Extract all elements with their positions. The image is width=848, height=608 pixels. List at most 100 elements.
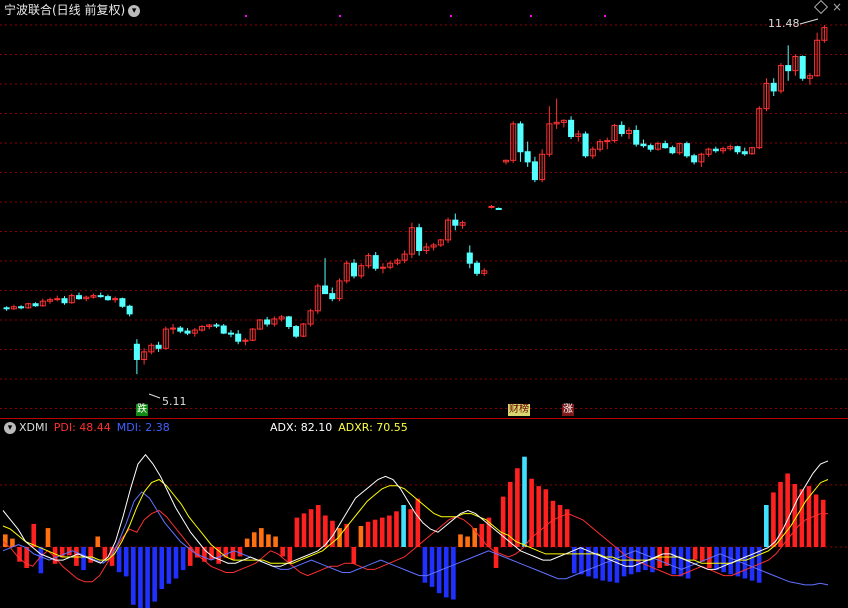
dmi-bar bbox=[166, 547, 172, 584]
dmi-bar bbox=[714, 547, 719, 571]
dmi-bar bbox=[45, 528, 51, 547]
dmi-bar bbox=[685, 547, 691, 579]
dmi-bar bbox=[301, 513, 307, 547]
dmi-bar bbox=[593, 547, 598, 579]
dmi-bar bbox=[152, 547, 157, 602]
dmi-bar bbox=[614, 547, 620, 583]
candle-body bbox=[75, 295, 83, 300]
dmi-bar bbox=[131, 547, 136, 605]
candle-body bbox=[647, 145, 654, 150]
dmi-bar bbox=[379, 517, 385, 547]
dmi-bar bbox=[671, 547, 677, 575]
candle-body bbox=[633, 129, 640, 145]
dmi-bar bbox=[251, 532, 257, 547]
candle-body bbox=[582, 133, 589, 157]
badge-zhang[interactable]: 涨 bbox=[562, 404, 574, 416]
event-marker bbox=[245, 15, 247, 17]
candle-body bbox=[568, 119, 575, 138]
dmi-bar bbox=[209, 547, 214, 560]
candle-body bbox=[126, 305, 133, 315]
dmi-bar bbox=[451, 547, 456, 600]
dmi-bar bbox=[173, 547, 179, 579]
candle-body bbox=[683, 143, 690, 157]
dmi-bar bbox=[408, 509, 414, 547]
candle-body bbox=[640, 143, 647, 147]
chart-title: 宁波联合(日线 前复权) ▾ bbox=[4, 1, 141, 18]
candle-body bbox=[416, 227, 423, 252]
dmi-bar bbox=[522, 456, 527, 547]
badge-bang[interactable]: 财榜 bbox=[508, 404, 530, 416]
candle-body bbox=[531, 161, 538, 181]
dmi-bar bbox=[813, 494, 819, 547]
dmi-bar bbox=[621, 547, 627, 577]
dmi-bar bbox=[799, 489, 805, 547]
dmi-bar bbox=[10, 538, 15, 547]
dmi-bar bbox=[95, 536, 101, 547]
candle-body bbox=[97, 295, 104, 298]
candle-body bbox=[264, 319, 271, 325]
dmi-indicator-chart[interactable] bbox=[0, 419, 848, 608]
dmi-bar bbox=[372, 519, 378, 547]
candle-body bbox=[235, 333, 242, 342]
kline-chart[interactable] bbox=[0, 0, 848, 418]
candle-body bbox=[177, 327, 184, 332]
dmi-bar bbox=[465, 536, 470, 547]
dmi-bar bbox=[123, 547, 129, 577]
dmi-bar bbox=[643, 547, 648, 571]
candle-body bbox=[799, 55, 806, 79]
event-marker bbox=[530, 15, 532, 17]
candle-body bbox=[350, 262, 358, 277]
badge-die[interactable]: 跌 bbox=[136, 404, 148, 416]
dmi-bar bbox=[550, 500, 556, 547]
dmi-bar bbox=[159, 547, 165, 589]
dmi-bar bbox=[721, 547, 726, 573]
dmi-bar bbox=[308, 509, 314, 547]
dmi-bar bbox=[792, 484, 798, 547]
event-marker bbox=[339, 15, 341, 17]
dmi-bar bbox=[771, 492, 776, 547]
dmi-bar bbox=[38, 547, 44, 574]
dmi-bar bbox=[543, 489, 549, 547]
dmi-bar bbox=[536, 486, 542, 547]
candle-body bbox=[466, 252, 473, 264]
low-price-label: 5.11 bbox=[162, 395, 187, 408]
low-arrow bbox=[148, 393, 161, 399]
dmi-bar bbox=[635, 547, 641, 573]
candle-body bbox=[785, 65, 792, 72]
candle-body bbox=[18, 306, 25, 309]
event-marker bbox=[604, 15, 606, 17]
candle-body bbox=[227, 332, 234, 335]
dmi-bar bbox=[422, 547, 428, 583]
dmi-bar bbox=[145, 547, 150, 608]
dmi-bar bbox=[458, 534, 463, 547]
candle-body bbox=[662, 143, 669, 149]
dmi-bar bbox=[785, 473, 790, 547]
candle-body bbox=[517, 123, 524, 153]
dmi-bar bbox=[387, 515, 392, 547]
dmi-bar bbox=[579, 547, 584, 575]
candle-body bbox=[495, 207, 502, 210]
candle-body bbox=[473, 262, 481, 274]
dropdown-icon[interactable]: ▾ bbox=[128, 4, 141, 17]
dmi-bar bbox=[294, 517, 300, 547]
high-arrow bbox=[799, 18, 819, 25]
dmi-bar bbox=[479, 523, 485, 547]
dmi-bar bbox=[273, 536, 278, 547]
candle-body bbox=[220, 325, 227, 334]
candle-body bbox=[119, 298, 126, 307]
dmi-bar bbox=[230, 547, 236, 560]
candle-body bbox=[618, 124, 625, 134]
candle-body bbox=[213, 324, 220, 327]
close-icon[interactable]: × bbox=[832, 0, 842, 14]
dmi-bar bbox=[280, 547, 285, 557]
stock-title: 宁波联合(日线 前复权) bbox=[4, 3, 126, 17]
candle-body bbox=[329, 293, 336, 300]
dmi-bar bbox=[74, 547, 79, 566]
dmi-bar bbox=[358, 526, 364, 547]
dmi-bar bbox=[244, 538, 250, 547]
candle-body bbox=[770, 82, 777, 92]
dmi-bar bbox=[763, 505, 769, 547]
dmi-bar bbox=[394, 511, 399, 547]
event-marker bbox=[450, 15, 452, 17]
dmi-bar bbox=[557, 505, 563, 547]
